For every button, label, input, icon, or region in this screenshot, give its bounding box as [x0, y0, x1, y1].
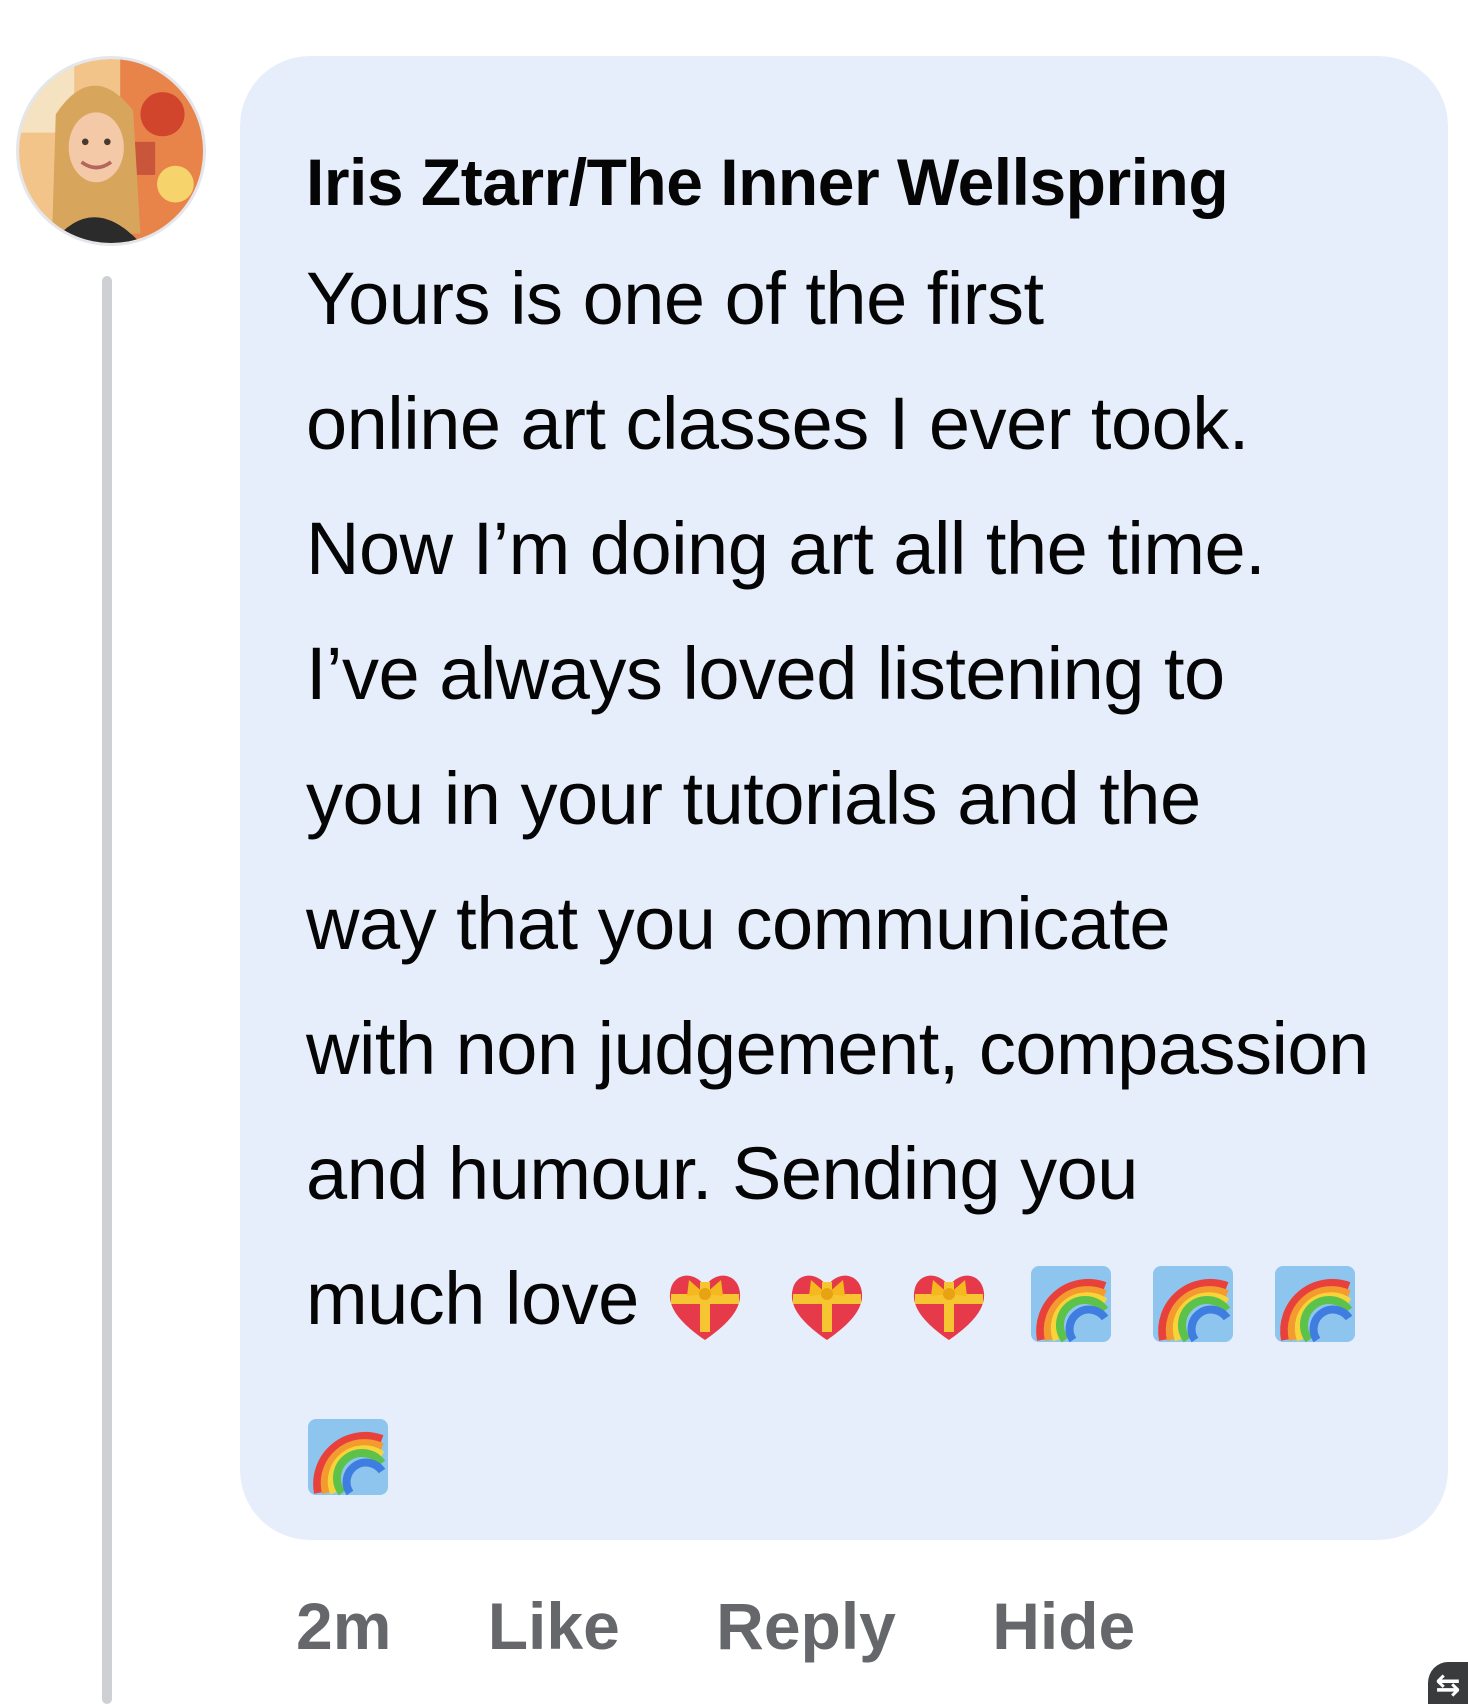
rainbow-icon: [1029, 1264, 1113, 1344]
comment-line: way that you communicate: [306, 882, 1171, 965]
comment-line: online art classes I ever took.: [306, 382, 1249, 465]
comment-line: Now I’m doing art all the time.: [306, 507, 1266, 590]
heart-with-ribbon-icon: [663, 1264, 747, 1344]
comment-line-last: much love: [306, 1236, 1426, 1367]
comment-line: and humour. Sending you: [306, 1132, 1138, 1215]
comment-line: with non judgement, compassion: [306, 1007, 1369, 1090]
comment-actions: 2m Like Reply Hide: [296, 1588, 1213, 1664]
rainbow-icon: [1151, 1264, 1235, 1344]
rainbow-icon: [1273, 1264, 1357, 1344]
thread-line: [102, 276, 112, 1704]
comment-line-text: much love: [306, 1257, 639, 1340]
translate-icon[interactable]: ⇆: [1428, 1662, 1468, 1704]
heart-with-ribbon-icon: [907, 1264, 991, 1344]
comment-timestamp[interactable]: 2m: [296, 1589, 391, 1663]
avatar-image: [19, 59, 203, 243]
emoji-row: [663, 1236, 1375, 1361]
rainbow-icon: [306, 1417, 390, 1497]
comment-author[interactable]: Iris Ztarr/The Inner Wellspring: [306, 144, 1229, 220]
comment-line: you in your tutorials and the: [306, 757, 1201, 840]
hide-button[interactable]: Hide: [992, 1589, 1135, 1663]
heart-with-ribbon-icon: [785, 1264, 869, 1344]
reply-button[interactable]: Reply: [716, 1589, 896, 1663]
comment-text: Yours is one of the first online art cla…: [306, 236, 1426, 1496]
avatar[interactable]: [16, 56, 206, 246]
emoji-row-2: [306, 1367, 1426, 1496]
like-button[interactable]: Like: [488, 1589, 620, 1663]
comment-line: Yours is one of the first: [306, 257, 1044, 340]
comment-thread: Iris Ztarr/The Inner Wellspring Yours is…: [0, 0, 1468, 1704]
comment-line: I’ve always loved listening to: [306, 632, 1225, 715]
